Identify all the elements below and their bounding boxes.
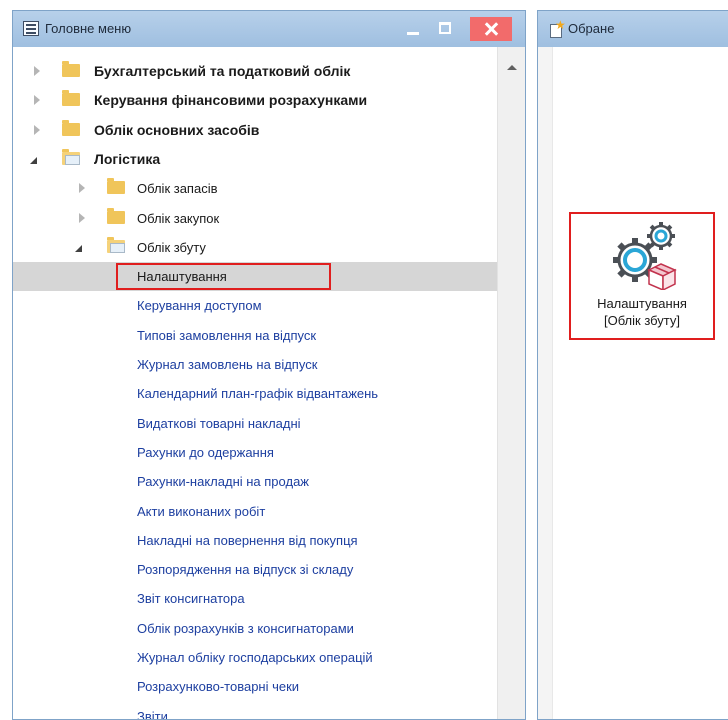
collapse-arrow-icon[interactable] <box>30 156 37 164</box>
tree-folder-row[interactable]: Облік збуту <box>13 233 499 262</box>
tree-label: Облік розрахунків з консигнаторами <box>137 620 354 636</box>
tree-label: Облік запасів <box>137 181 218 197</box>
tree-item-row[interactable]: Звіти <box>13 702 499 719</box>
highlight-frame <box>116 263 331 291</box>
expand-arrow-icon[interactable] <box>34 124 40 135</box>
folder-icon <box>107 207 125 224</box>
tree-label: Рахунки до одержання <box>137 444 274 460</box>
minimize-button[interactable] <box>399 17 427 41</box>
folder-icon <box>62 119 80 136</box>
tree-item-row[interactable]: Акти виконаних робіт <box>13 497 499 526</box>
tree-item-row[interactable]: Облік розрахунків з консигнаторами <box>13 614 499 643</box>
tree-folder-row[interactable]: Логістика <box>13 145 499 174</box>
tree-label: Облік збуту <box>137 239 206 255</box>
tree-label: Рахунки-накладні на продаж <box>137 474 309 490</box>
expand-arrow-icon[interactable] <box>34 95 40 106</box>
tree-label: Типові замовлення на відпуск <box>137 327 317 343</box>
tree-item-row[interactable]: Звіт консигнатора <box>13 584 499 613</box>
tree-label: Акти виконаних робіт <box>137 503 266 519</box>
tree-item-row[interactable]: Накладні на повернення від покупця <box>13 526 499 555</box>
vertical-scrollbar[interactable] <box>497 47 525 719</box>
tree-label: Звіти <box>137 708 168 719</box>
maximize-button[interactable] <box>431 17 459 41</box>
menu-window-icon <box>23 21 39 36</box>
scroll-up-arrow-icon[interactable] <box>507 65 517 70</box>
tree-folder-row[interactable]: Бухгалтерський та податковий облік <box>13 57 499 86</box>
tree-item-row[interactable]: Календарний план-графік відвантажень <box>13 379 499 408</box>
tree-label: Бухгалтерський та податковий облік <box>94 63 351 79</box>
tree-item-row[interactable]: Керування доступом <box>13 291 499 320</box>
favorites-side-strip <box>538 47 553 719</box>
tree-item-row[interactable]: Розпорядження на відпуск зі складу <box>13 555 499 584</box>
tree-label: Керування доступом <box>137 298 262 314</box>
main-menu-title: Головне меню <box>45 21 132 36</box>
tree-folder-row[interactable]: Облік запасів <box>13 174 499 203</box>
tree-item-row[interactable]: Рахунки-накладні на продаж <box>13 467 499 496</box>
tree-folder-row[interactable]: Облік закупок <box>13 204 499 233</box>
folder-open-icon <box>62 148 80 165</box>
folder-open-icon <box>107 236 125 253</box>
favorite-shortcut-settings[interactable]: Налаштування [Облік збуту] <box>569 212 715 340</box>
tree-folder-row[interactable]: Керування фінансовими розрахунками <box>13 86 499 115</box>
tree-label: Облік закупок <box>137 210 220 226</box>
tree-label: Журнал замовлень на відпуск <box>137 357 318 372</box>
tree-item-row[interactable]: Рахунки до одержання <box>13 438 499 467</box>
favorite-shortcut-label: Налаштування <box>597 296 687 311</box>
main-menu-window: Головне меню Бухгалтерський та податкови… <box>12 10 526 720</box>
expand-arrow-icon[interactable] <box>79 183 85 194</box>
tree-item-row[interactable]: Налаштування <box>13 262 499 292</box>
favorites-window: Обране <box>537 10 728 720</box>
gears-box-icon <box>613 222 677 290</box>
expand-arrow-icon[interactable] <box>34 66 40 76</box>
main-menu-titlebar[interactable]: Головне меню <box>13 11 525 47</box>
tree-label: Розрахунково-товарні чеки <box>137 679 300 695</box>
folder-icon <box>62 61 80 77</box>
collapse-arrow-icon[interactable] <box>75 244 82 252</box>
tree-label: Звіт консигнатора <box>137 591 245 607</box>
tree-item-row[interactable]: Розрахунково-товарні чеки <box>13 672 499 701</box>
tree-label: Накладні на повернення від покупця <box>137 532 358 548</box>
tree-label: Облік основних засобів <box>94 121 260 138</box>
menu-tree: Бухгалтерський та податковий облік Керува… <box>13 47 499 719</box>
tree-label: Видаткові товарні накладні <box>137 415 301 431</box>
tree-item-row[interactable]: Типові замовлення на відпуск <box>13 321 499 350</box>
favorites-star-icon <box>550 18 566 38</box>
tree-label: Розпорядження на відпуск зі складу <box>137 562 354 578</box>
tree-label: Календарний план-графік відвантажень <box>137 386 379 402</box>
expand-arrow-icon[interactable] <box>79 212 85 223</box>
tree-label: Керування фінансовими розрахунками <box>94 92 368 109</box>
tree-item-row[interactable]: Журнал замовлень на відпуск <box>13 350 499 379</box>
tree-label: Логістика <box>94 150 161 167</box>
favorites-titlebar[interactable]: Обране <box>538 11 728 47</box>
folder-icon <box>107 178 125 195</box>
close-button[interactable] <box>470 17 512 41</box>
tree-folder-row[interactable]: Облік основних засобів <box>13 116 499 145</box>
favorite-shortcut-sublabel: [Облік збуту] <box>603 313 681 328</box>
folder-icon <box>62 90 80 107</box>
favorites-title: Обране <box>568 21 615 36</box>
tree-item-row[interactable]: Журнал обліку господарських операцій <box>13 643 499 672</box>
tree-label: Журнал обліку господарських операцій <box>137 650 373 665</box>
tree-item-row[interactable]: Видаткові товарні накладні <box>13 409 499 438</box>
